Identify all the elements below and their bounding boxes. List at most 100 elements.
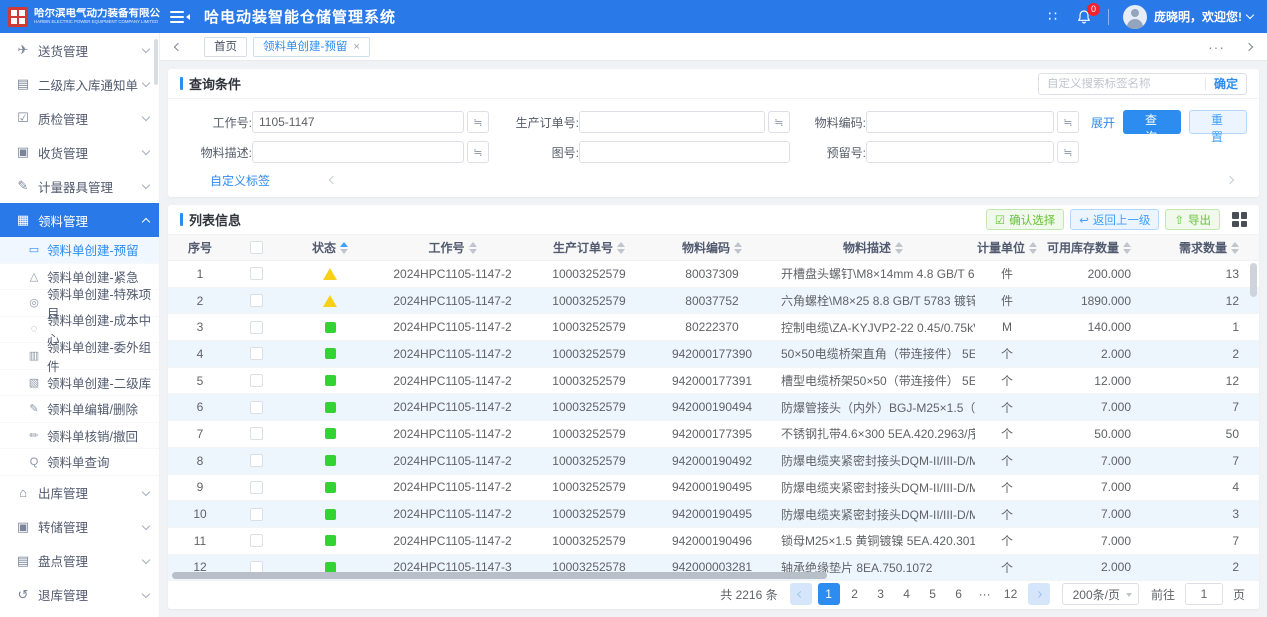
- status-warning-icon: [323, 268, 337, 280]
- cell-stock: 2.000: [1039, 341, 1147, 367]
- sidebar-subitem-领料单创建-二级库[interactable]: ▧领料单创建-二级库: [0, 370, 159, 397]
- cell-work-no: 2024HPC1105-1147-2: [380, 368, 525, 394]
- pagination-ellipsis[interactable]: ···: [974, 583, 996, 605]
- user-greeting[interactable]: 庞晓明，欢迎您!: [1154, 8, 1242, 25]
- row-checkbox[interactable]: [250, 427, 263, 440]
- sidebar-item-二级库入库通知单[interactable]: ▤二级库入库通知单: [0, 67, 159, 101]
- pagination-next-icon[interactable]: [1028, 583, 1050, 605]
- column-header-material-code[interactable]: 物料编码: [653, 235, 771, 260]
- sidebar-subitem-领料单创建-委外组件[interactable]: ▥领料单创建-委外组件: [0, 343, 159, 370]
- sidebar-item-质检管理[interactable]: ☑质检管理: [0, 101, 159, 135]
- sidebar-subitem-领料单查询[interactable]: Q领料单查询: [0, 449, 159, 476]
- pagination-page-3[interactable]: 3: [870, 583, 892, 605]
- row-checkbox[interactable]: [250, 401, 263, 414]
- column-header-unit[interactable]: 计量单位: [975, 235, 1039, 260]
- tags-scroll-right-icon[interactable]: [1226, 176, 1234, 184]
- row-checkbox[interactable]: [250, 294, 263, 307]
- expand-link[interactable]: 展开: [1091, 114, 1115, 131]
- tabs-scroll-left-icon[interactable]: [168, 44, 188, 50]
- notification-bell-icon[interactable]: 0: [1076, 9, 1092, 25]
- field-input-物料编码[interactable]: [866, 111, 1054, 133]
- filter-icon[interactable]: ≒: [467, 111, 489, 133]
- tag-confirm-button[interactable]: 确定: [1214, 75, 1238, 92]
- row-checkbox[interactable]: [250, 534, 263, 547]
- tags-scroll-left-icon[interactable]: [329, 176, 337, 184]
- filter-icon[interactable]: ≒: [768, 111, 790, 133]
- row-checkbox[interactable]: [250, 374, 263, 387]
- tab-首页[interactable]: 首页: [204, 37, 247, 57]
- pagination-page-2[interactable]: 2: [844, 583, 866, 605]
- sidebar-item-收货管理[interactable]: ▣收货管理: [0, 135, 159, 169]
- sidebar-item-出库管理[interactable]: ⌂出库管理: [0, 476, 159, 510]
- sidebar-collapse-icon[interactable]: [170, 9, 190, 25]
- fullscreen-icon[interactable]: ∷: [1048, 8, 1058, 25]
- user-menu-chevron-down-icon[interactable]: [1246, 11, 1254, 19]
- avatar[interactable]: [1123, 5, 1147, 29]
- tab-bar: 首页领料单创建-预留× ···: [160, 33, 1267, 61]
- status-ok-icon: [325, 482, 336, 493]
- goto-page-input[interactable]: [1185, 583, 1223, 605]
- field-input-图号[interactable]: [579, 141, 790, 163]
- field-input-预留号[interactable]: [866, 141, 1054, 163]
- field-input-物料描述[interactable]: [252, 141, 464, 163]
- filter-icon[interactable]: ≒: [1057, 111, 1079, 133]
- pagination-page-5[interactable]: 5: [922, 583, 944, 605]
- column-header-work-no[interactable]: 工作号: [380, 235, 525, 260]
- confirm-select-button[interactable]: ☑确认选择: [986, 209, 1064, 230]
- sidebar-item-退库管理[interactable]: ↺退库管理: [0, 578, 159, 612]
- query-section-title: 查询条件: [189, 74, 241, 93]
- tabs-more-icon[interactable]: ···: [1208, 39, 1225, 55]
- sidebar-subitem-领料单创建-预留[interactable]: ▭领料单创建-预留: [0, 237, 159, 264]
- row-checkbox[interactable]: [250, 481, 263, 494]
- reset-button[interactable]: 重 置: [1189, 110, 1247, 134]
- goto-label: 前往: [1151, 586, 1175, 603]
- column-header-stock[interactable]: 可用库存数量: [1039, 235, 1147, 260]
- sidebar-scrollbar[interactable]: [154, 39, 158, 85]
- select-all-checkbox[interactable]: [250, 241, 263, 254]
- sidebar-subitem-领料单核销/撤回[interactable]: ✏领料单核销/撤回: [0, 423, 159, 450]
- row-checkbox[interactable]: [250, 454, 263, 467]
- sidebar-item-送货管理[interactable]: ✈送货管理: [0, 33, 159, 67]
- tab-领料单创建-预留[interactable]: 领料单创建-预留×: [253, 37, 370, 57]
- cell-demand: 12: [1147, 288, 1259, 314]
- custom-tag-name-input[interactable]: [1047, 78, 1197, 90]
- row-checkbox[interactable]: [250, 267, 263, 280]
- row-checkbox[interactable]: [250, 321, 263, 334]
- column-settings-icon[interactable]: [1232, 212, 1247, 227]
- sidebar-subitem-领料单编辑/删除[interactable]: ✎领料单编辑/删除: [0, 396, 159, 423]
- back-up-level-button[interactable]: ↩返回上一级: [1070, 209, 1159, 230]
- filter-icon[interactable]: ≒: [467, 141, 489, 163]
- sidebar-item-计量器具管理[interactable]: ✎计量器具管理: [0, 169, 159, 203]
- search-button[interactable]: 查 询: [1123, 110, 1181, 134]
- pagination-page-12[interactable]: 12: [1000, 583, 1022, 605]
- query-icon: Q: [26, 456, 42, 468]
- tab-close-icon[interactable]: ×: [353, 38, 359, 56]
- sidebar-item-label: 送货管理: [38, 41, 143, 60]
- table-horizontal-scrollbar[interactable]: [172, 572, 827, 579]
- page-size-select[interactable]: 200条/页: [1062, 583, 1139, 605]
- sidebar-item-转储管理[interactable]: ▣转储管理: [0, 510, 159, 544]
- table-vertical-scrollbar[interactable]: [1250, 263, 1257, 297]
- row-checkbox[interactable]: [250, 508, 263, 521]
- column-header-status[interactable]: 状态: [280, 235, 380, 260]
- custom-tag-link[interactable]: 自定义标签: [210, 172, 270, 189]
- pagination-page-4[interactable]: 4: [896, 583, 918, 605]
- table-row: 62024HPC1105-1147-2100032525799420001904…: [168, 394, 1259, 421]
- pagination-page-6[interactable]: 6: [948, 583, 970, 605]
- row-checkbox[interactable]: [250, 347, 263, 360]
- sidebar-item-盘点管理[interactable]: ▤盘点管理: [0, 544, 159, 578]
- field-input-工作号[interactable]: [252, 111, 464, 133]
- column-header-description[interactable]: 物料描述: [771, 235, 975, 260]
- field-图号: 图号:: [489, 141, 790, 163]
- column-header-order-no[interactable]: 生产订单号: [525, 235, 653, 260]
- cell-work-no: 2024HPC1105-1147-2: [380, 421, 525, 447]
- pagination-prev-icon[interactable]: [790, 583, 812, 605]
- sidebar-item-领料管理[interactable]: ▦领料管理: [0, 203, 159, 237]
- field-input-生产订单号[interactable]: [579, 111, 765, 133]
- pagination-page-1[interactable]: 1: [818, 583, 840, 605]
- table-row: 12024HPC1105-1147-21000325257980037309开槽…: [168, 261, 1259, 288]
- column-header-demand[interactable]: 需求数量: [1147, 235, 1259, 260]
- tabs-scroll-right-icon[interactable]: [1239, 44, 1259, 50]
- export-button[interactable]: ⇧导出: [1165, 209, 1220, 230]
- filter-icon[interactable]: ≒: [1057, 141, 1079, 163]
